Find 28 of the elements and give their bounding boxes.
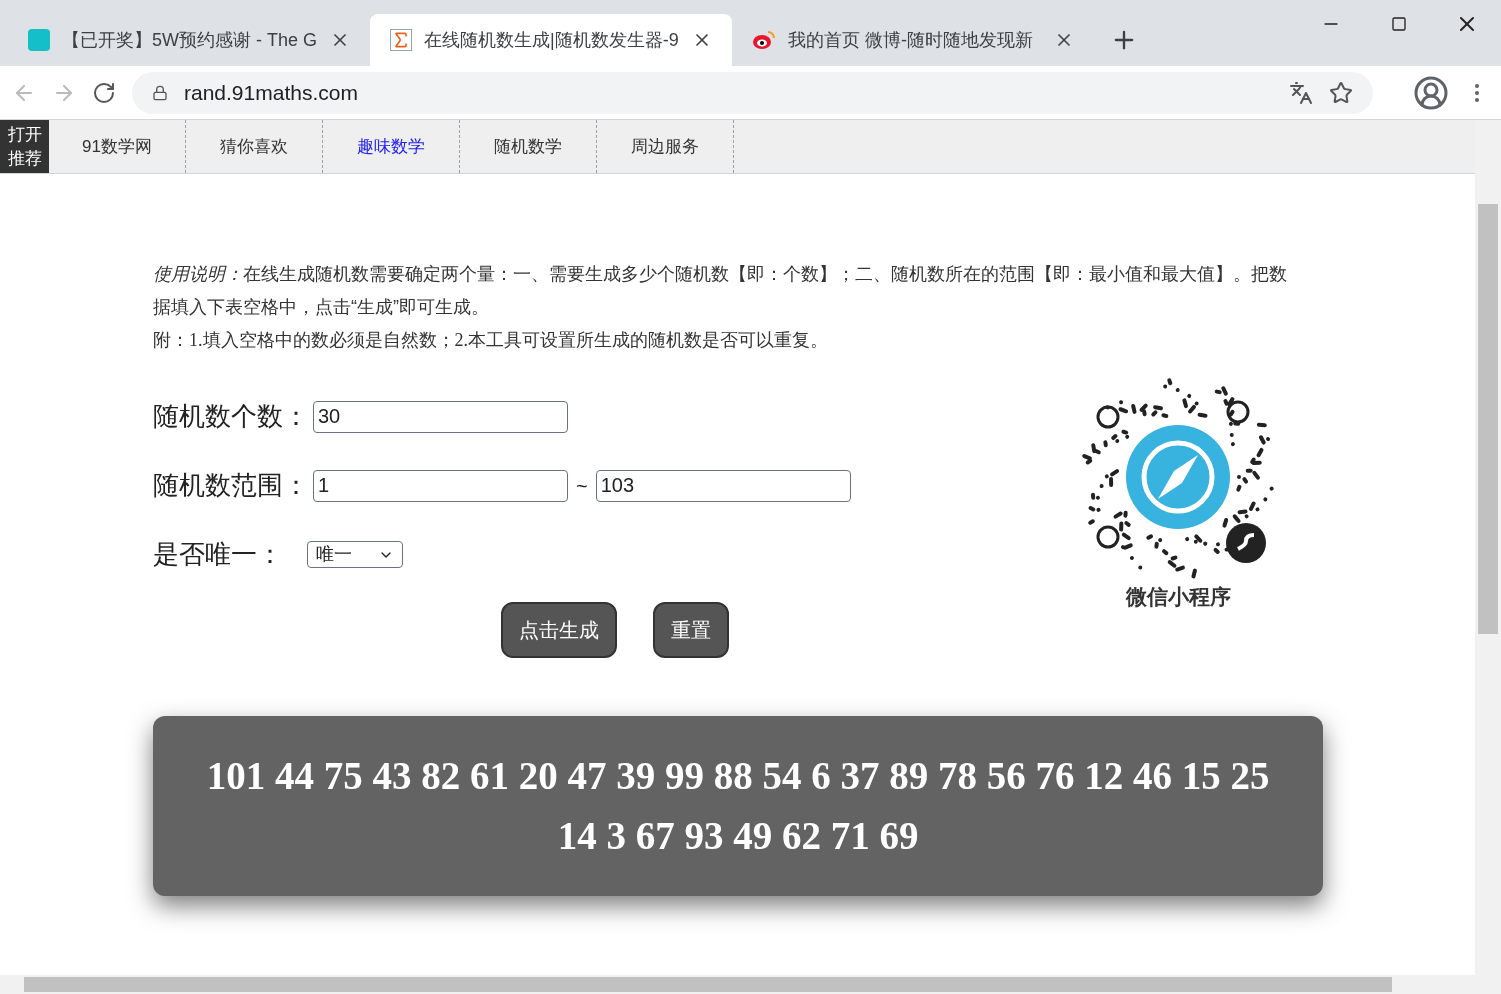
browser-tab[interactable]: 我的首页 微博-随时随地发现新 (732, 14, 1094, 66)
nav-link[interactable]: 随机数学 (460, 120, 597, 173)
address-bar[interactable]: rand.91maths.com (132, 71, 1373, 114)
count-label: 随机数个数： (153, 400, 309, 433)
reset-button[interactable]: 重置 (653, 602, 729, 658)
note-text: 附：1.填入空格中的数必须是自然数；2.本工具可设置所生成的随机数是否可以重复。 (153, 329, 829, 352)
open-recommendations-button[interactable]: 打开推荐 (0, 120, 49, 173)
tab-title: 【已开奖】5W预约感谢 - The G (62, 28, 318, 52)
nav-link[interactable]: 猜你喜欢 (186, 120, 323, 173)
url-text: rand.91maths.com (184, 79, 359, 106)
max-field[interactable]: 103 (595, 469, 851, 502)
count-field[interactable]: 30 (313, 400, 568, 433)
range-separator: ~ (575, 473, 589, 499)
tab-title: 我的首页 微博-随时随地发现新 (788, 28, 1034, 52)
browser-tab[interactable]: 在线随机数生成|随机数发生器-9 (370, 14, 732, 66)
tab-title: 在线随机数生成|随机数发生器-9 (424, 28, 680, 52)
unique-label: 是否唯一： (153, 538, 283, 571)
result-numbers: 101 44 75 43 82 61 20 47 39 99 88 54 6 37 89 78 56 76 12 46 15 25 14 3 67 93 49 62 71 69 (205, 753, 1271, 859)
range-label: 随机数范围： (153, 469, 309, 502)
min-field[interactable]: 1 (313, 469, 568, 502)
nav-link[interactable]: 趣味数学 (323, 120, 460, 173)
qr-caption: 微信小程序 (1125, 584, 1231, 610)
generate-button[interactable]: 点击生成 (501, 602, 617, 658)
browser-tab[interactable]: 【已开奖】5W预约感谢 - The G (8, 14, 370, 66)
instructions-text: 使用说明：在线生成随机数需要确定两个量：一、需要生成多少个随机数【即：个数】；二、随机数所在的范围【即：最小值和最大值】。把数据填入下表空格中，点击“生成”即可生成。 (153, 263, 1288, 319)
nav-link[interactable]: 91数学网 (49, 120, 186, 173)
nav-link[interactable]: 周边服务 (597, 120, 734, 173)
unique-select[interactable]: 唯一 (307, 541, 403, 568)
